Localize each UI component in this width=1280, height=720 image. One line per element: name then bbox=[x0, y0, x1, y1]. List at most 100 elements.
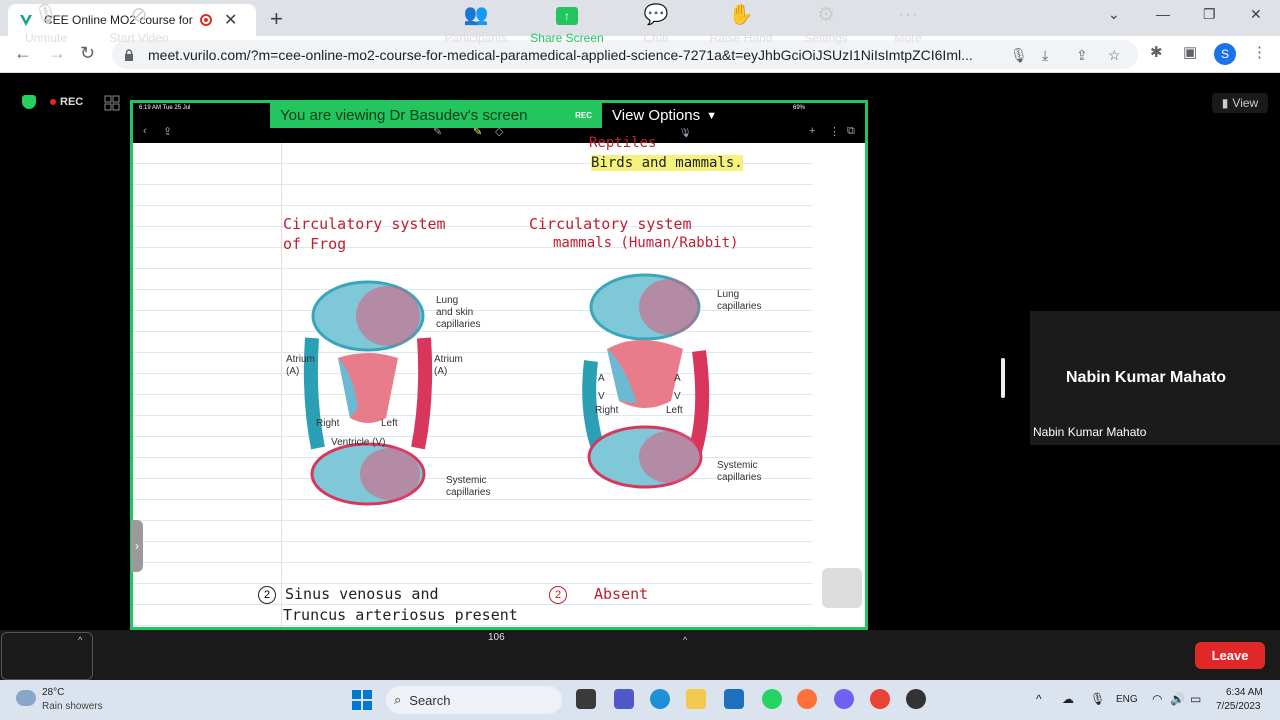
mammal-systemic-oxygenated bbox=[639, 431, 699, 483]
browser-menu-icon[interactable]: ⋮ bbox=[1252, 43, 1267, 61]
mammal-point-number: 2 bbox=[549, 586, 567, 604]
frog-heart-diagram bbox=[303, 280, 433, 506]
teams-icon[interactable] bbox=[614, 689, 634, 709]
obs-icon[interactable] bbox=[906, 689, 926, 709]
whatsapp-icon[interactable] bbox=[762, 689, 782, 709]
notes-top-line: Birds and mammals. bbox=[591, 155, 743, 171]
banner-rec-label: REC bbox=[575, 111, 592, 120]
view-button-label: View bbox=[1232, 96, 1259, 110]
view-button[interactable]: ▮ View bbox=[1212, 93, 1268, 113]
share-icon[interactable]: ⇪ bbox=[1076, 47, 1088, 64]
side-panel-icon[interactable]: ▣ bbox=[1183, 43, 1197, 61]
new-tab-button[interactable]: + bbox=[270, 6, 283, 32]
volume-icon[interactable]: 🔊 bbox=[1170, 692, 1185, 706]
ipad-more-icon: ⋮ bbox=[829, 126, 840, 138]
raise-hand-button[interactable]: ✋ Raise Hand bbox=[706, 0, 776, 50]
gallery-grid-icon[interactable] bbox=[104, 95, 120, 111]
mammal-v-right-label: V bbox=[674, 391, 681, 402]
tray-microphone-icon[interactable]: 🎙 bbox=[1090, 692, 1105, 706]
mail-icon[interactable] bbox=[724, 689, 744, 709]
leave-button[interactable]: Leave bbox=[1195, 642, 1265, 669]
view-options-label: View Options bbox=[612, 107, 701, 124]
address-bar[interactable]: meet.vurilo.com/?m=cee-online-mo2-course… bbox=[112, 40, 1138, 69]
tile-resize-handle[interactable] bbox=[1001, 358, 1005, 398]
start-video-button[interactable]: ⊘ Start Video bbox=[104, 0, 174, 50]
notes-top-line-text: Birds and mammals. bbox=[591, 155, 743, 171]
extensions-puzzle-icon[interactable]: ✱ bbox=[1150, 43, 1163, 61]
security-shield-icon[interactable] bbox=[22, 95, 36, 109]
install-app-icon[interactable]: ⤓ bbox=[1042, 47, 1048, 64]
reload-icon[interactable]: ↻ bbox=[80, 43, 95, 64]
more-button[interactable]: ⋯ More bbox=[884, 0, 932, 50]
notes-page bbox=[133, 143, 865, 627]
ipad-battery: 69% bbox=[793, 105, 806, 111]
taskbar-search-label: Search bbox=[409, 692, 451, 708]
restore-icon[interactable]: ❐ bbox=[1203, 6, 1216, 23]
meeting-controls bbox=[0, 630, 1280, 680]
shared-screen[interactable]: 6:19 AM Tue 25 Jul 69% ‹ ⇪ ✎ ✎ ◇ 🎙 + ⋮ ⧉… bbox=[130, 100, 868, 630]
side-panel-toggle-chevron-icon[interactable]: › bbox=[131, 520, 143, 572]
battery-icon[interactable]: ▭ bbox=[1190, 692, 1201, 706]
mammal-title-1: Circulatory system bbox=[529, 215, 692, 233]
clock-date[interactable]: 7/25/2023 bbox=[1216, 701, 1261, 712]
participant-count: 106 bbox=[488, 632, 505, 643]
onedrive-cloud-icon[interactable]: ☁ bbox=[1062, 692, 1074, 706]
participant-name-small: Nabin Kumar Mahato bbox=[1033, 425, 1147, 439]
tab-search-chevron-icon[interactable]: ⌄ bbox=[1108, 6, 1120, 23]
participants-button[interactable]: 👥 Participants bbox=[440, 0, 512, 50]
viewing-banner: You are viewing Dr Basudev's screen REC bbox=[270, 103, 602, 128]
firefox-icon[interactable] bbox=[797, 689, 817, 709]
chat-options-chevron-icon[interactable]: ^ bbox=[683, 635, 687, 645]
minimize-icon[interactable]: — bbox=[1156, 6, 1170, 22]
start-video-label: Start Video bbox=[109, 31, 169, 45]
window-close-icon[interactable]: ✕ bbox=[1250, 6, 1262, 23]
unmute-button[interactable]: 🎙 Unmute bbox=[16, 0, 76, 50]
clock-time[interactable]: 6:34 AM bbox=[1226, 687, 1263, 698]
share-screen-button[interactable]: ↑ Share Screen bbox=[528, 0, 606, 50]
view-options-button[interactable]: View Options ▼ bbox=[602, 103, 732, 128]
frog-ventricle-label: Ventricle (V) bbox=[331, 437, 386, 448]
weather-cloud-icon[interactable] bbox=[16, 690, 36, 706]
tab-close-icon[interactable]: ✕ bbox=[224, 10, 237, 30]
search-icon: ⌕ bbox=[394, 692, 402, 707]
chat-button[interactable]: 💬 Chat bbox=[630, 0, 682, 50]
participants-icon: 👥 bbox=[463, 4, 489, 26]
more-label: More bbox=[894, 31, 922, 45]
gear-icon: ⚙ bbox=[817, 4, 835, 26]
ipad-pages-icon: ⧉ bbox=[847, 125, 855, 137]
frog-atrium-left-label: Atrium (A) bbox=[286, 354, 315, 378]
microphone-icon[interactable]: 🎙 bbox=[1010, 47, 1028, 64]
viewing-banner-text: You are viewing Dr Basudev's screen bbox=[280, 107, 528, 124]
frog-point-line-1: Sinus venosus and bbox=[285, 585, 439, 603]
notes-top-partial: Reptiles bbox=[589, 135, 657, 151]
windows-taskbar: 28°C Rain showers ⌕ Search ^ ☁ 🎙 ENG ◠ 🔊… bbox=[0, 680, 1280, 720]
audio-options-chevron-icon[interactable]: ^ bbox=[78, 635, 82, 645]
frog-title-2: of Frog bbox=[283, 235, 347, 253]
windows-start-icon[interactable] bbox=[352, 690, 372, 710]
profile-avatar[interactable]: S bbox=[1214, 43, 1236, 65]
page-scroll-thumb[interactable] bbox=[822, 568, 862, 608]
bookmark-star-icon[interactable]: ☆ bbox=[1108, 47, 1121, 64]
ipad-time: 6:19 AM Tue 25 Jul bbox=[139, 105, 191, 111]
mammal-arterial-vessel bbox=[688, 350, 710, 454]
participant-tile[interactable]: Nabin Kumar Mahato Nabin Kumar Mahato bbox=[1030, 311, 1280, 445]
taskbar-search[interactable]: ⌕ Search bbox=[386, 686, 562, 714]
edge-icon[interactable] bbox=[650, 689, 670, 709]
mammal-a-left-label: A bbox=[598, 373, 605, 384]
frog-arterial-vessel bbox=[411, 337, 433, 450]
share-screen-icon: ↑ bbox=[556, 7, 578, 25]
screen: CEE Online MO2 course for Me ✕ + ⌄ — ❐ ✕… bbox=[0, 0, 1280, 720]
lock-icon bbox=[125, 48, 133, 61]
settings-button[interactable]: ⚙ Settings bbox=[798, 0, 854, 50]
viber-icon[interactable] bbox=[834, 689, 854, 709]
raise-hand-label: Raise Hand bbox=[709, 31, 773, 45]
language-indicator[interactable]: ENG bbox=[1116, 694, 1138, 705]
weather-temperature: 28°C bbox=[42, 687, 65, 698]
file-explorer-icon[interactable] bbox=[686, 689, 706, 709]
show-hidden-icons-chevron-icon[interactable]: ^ bbox=[1036, 692, 1042, 706]
wifi-icon[interactable]: ◠ bbox=[1152, 692, 1162, 706]
frog-systemic-oxygenated bbox=[360, 448, 420, 500]
task-view-icon[interactable] bbox=[576, 689, 596, 709]
frog-title-1: Circulatory system bbox=[283, 215, 446, 233]
chrome-icon[interactable] bbox=[870, 689, 890, 709]
